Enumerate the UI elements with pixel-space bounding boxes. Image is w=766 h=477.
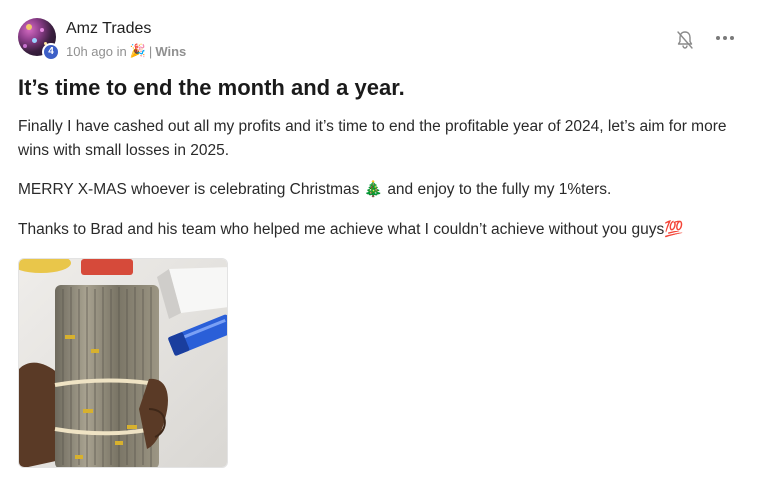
post-paragraph-1: Finally I have cashed out all my profits… [18,118,727,159]
avatar[interactable]: 4 [18,18,60,61]
level-badge: 4 [42,43,60,61]
author-name[interactable]: Amz Trades [66,20,151,38]
post-time: 10h ago in [66,43,127,59]
party-popper-icon: 🎉 [129,43,146,58]
more-options-icon[interactable] [714,33,736,43]
post-card: 4 Amz Trades 10h ago in 🎉 | Wins It’s ti… [0,0,766,477]
post-title: It’s time to end the month and a year. [18,75,405,100]
bell-muted-icon[interactable] [676,30,694,50]
category-link[interactable]: Wins [155,44,186,59]
post-meta: 10h ago in 🎉 | Wins [66,43,186,59]
post-paragraph-2: MERRY X-MAS whoever is celebrating Chris… [18,181,612,198]
post-paragraph-3: Thanks to Brad and his team who helped m… [18,221,684,238]
meta-separator: | [148,43,153,59]
post-image[interactable] [18,258,228,468]
cash-stack-photo [19,259,227,467]
